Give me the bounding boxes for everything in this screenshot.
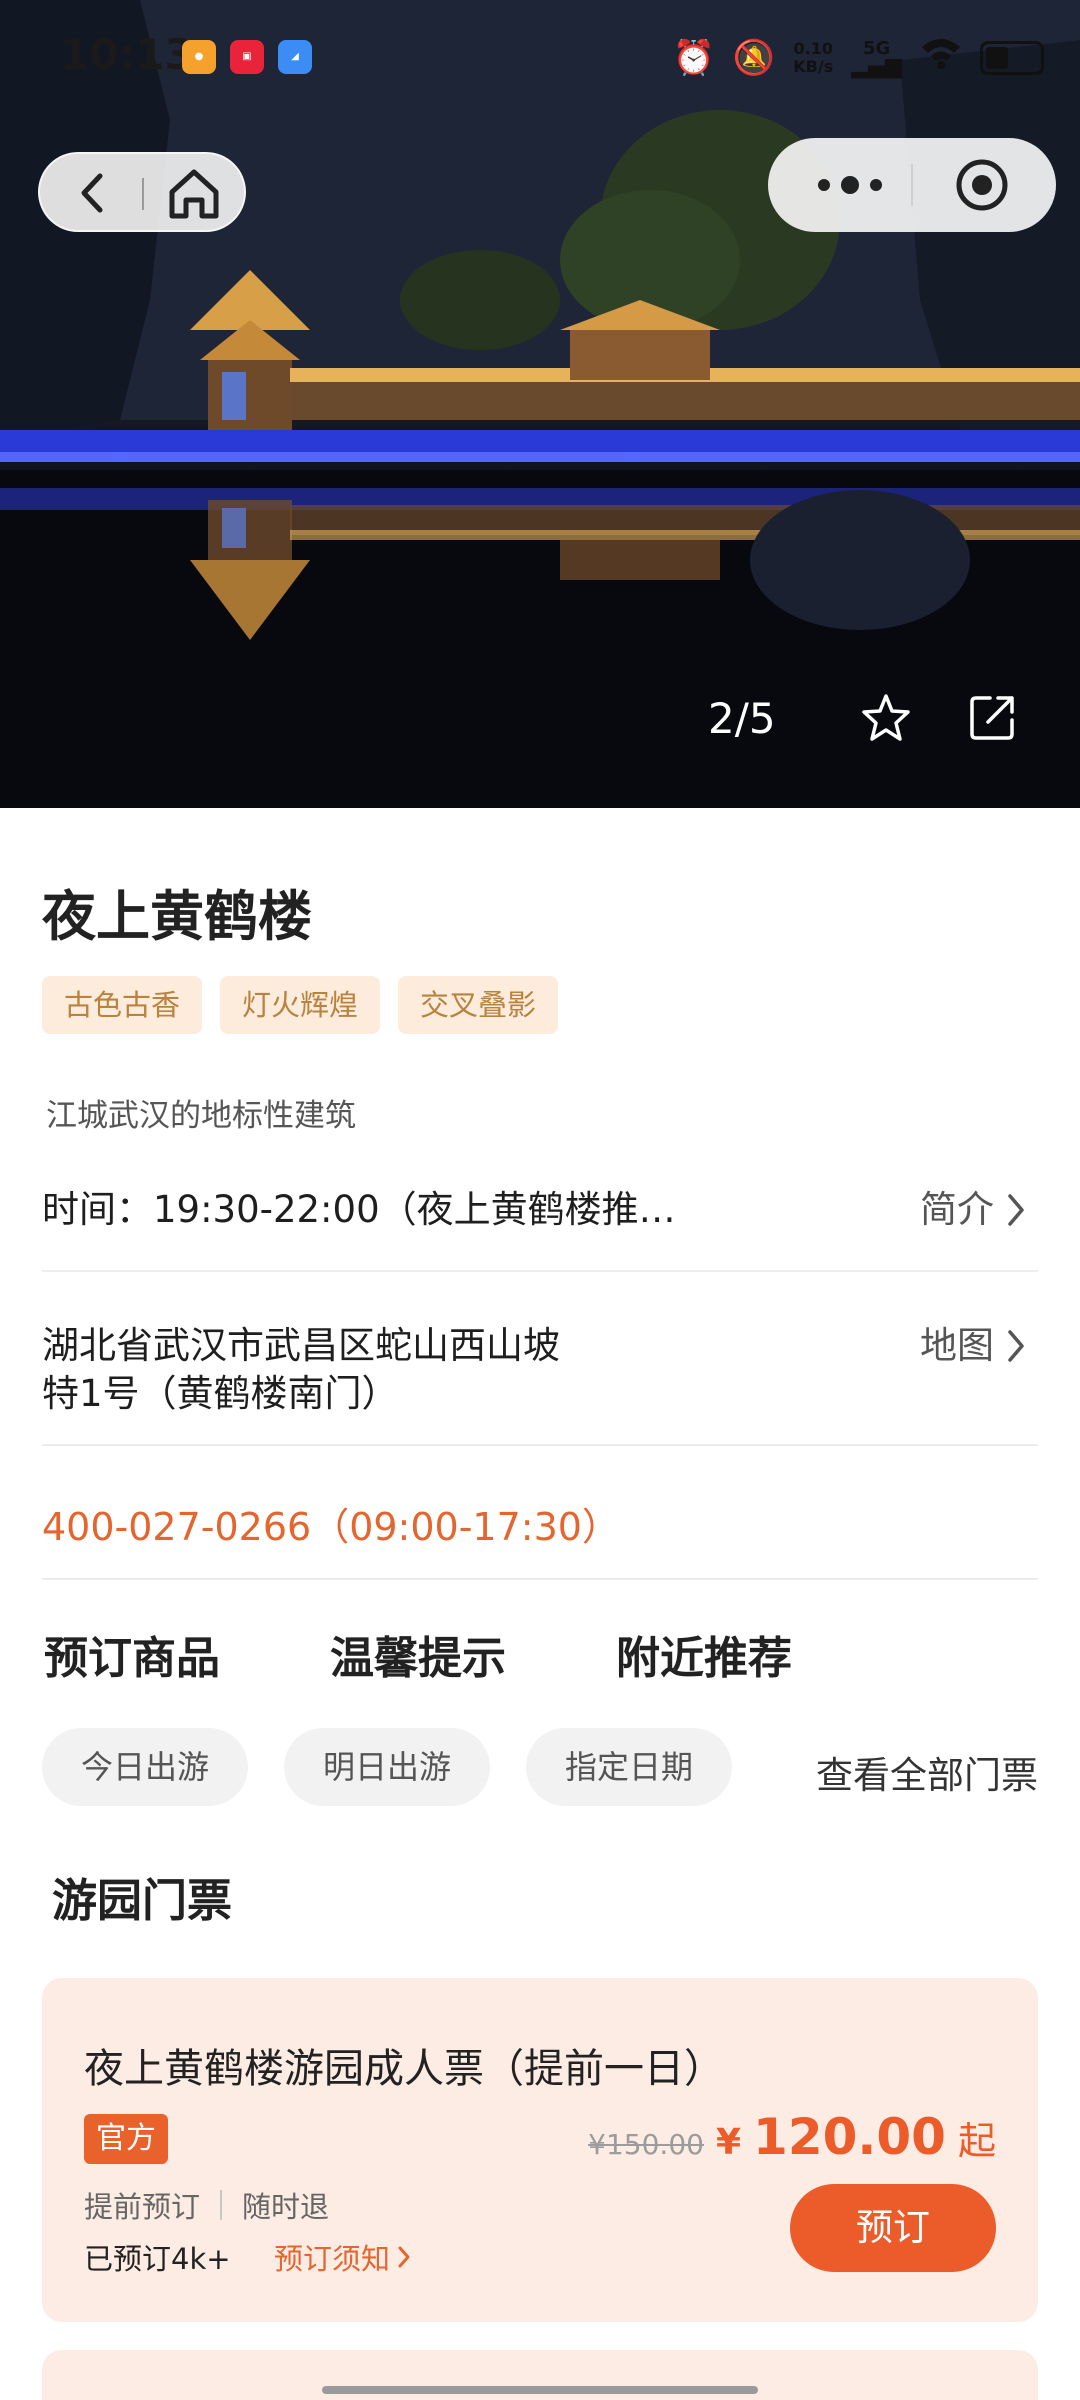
chevron-right-icon bbox=[1008, 1330, 1024, 1362]
booked-count: 已预订4k+ bbox=[84, 2242, 231, 2276]
address-row[interactable]: 湖北省武汉市武昌区蛇山西山坡 特1号（黄鹤楼南门） 地图 bbox=[42, 1322, 1038, 1418]
back-icon[interactable] bbox=[68, 168, 118, 218]
tag: 灯火辉煌 bbox=[220, 976, 381, 1034]
nav-divider bbox=[142, 178, 144, 210]
signal-icon: 5G ▂▄▆ bbox=[851, 38, 902, 79]
original-price: ¥150.00 bbox=[588, 2128, 704, 2161]
tab-booking-products[interactable]: 预订商品 bbox=[44, 1622, 220, 1686]
tag-list: 古色古香 灯火辉煌 交叉叠影 bbox=[42, 976, 559, 1034]
ticket-name: 夜上黄鹤楼游园成人票（提前一日） bbox=[84, 2046, 724, 2092]
intro-link-label: 简介 bbox=[920, 1188, 994, 1231]
map-link-label: 地图 bbox=[920, 1324, 994, 1367]
alarm-icon: ⏰ bbox=[672, 38, 715, 78]
status-time: 10:13 bbox=[60, 30, 194, 79]
price-block: ¥150.00 ¥ 120.00 起 bbox=[588, 2108, 996, 2166]
more-icon[interactable] bbox=[810, 160, 890, 210]
feature-advance-booking: 提前预订 bbox=[84, 2190, 201, 2224]
battery-icon bbox=[980, 41, 1044, 75]
tag: 交叉叠影 bbox=[398, 976, 559, 1034]
feature-refund-anytime: 随时退 bbox=[242, 2190, 330, 2224]
phone-number-link[interactable]: 400-027-0266（09:00-17:30） bbox=[42, 1496, 620, 1551]
favorite-star-icon[interactable] bbox=[860, 692, 912, 744]
ticket-card[interactable]: 夜上黄鹤楼游园成人票（提前一日） 官方 ¥150.00 ¥ 120.00 起 提… bbox=[42, 1978, 1038, 2322]
attraction-subtitle: 江城武汉的地标性建筑 bbox=[46, 1098, 356, 1134]
hero-image-carousel[interactable]: 10:13 ● ▣ ◢ ⏰ 🔕 0.10 KB/s 5G ▂▄▆ 2/5 bbox=[0, 0, 1080, 808]
status-bar: 10:13 ● ▣ ◢ ⏰ 🔕 0.10 KB/s 5G ▂▄▆ bbox=[0, 0, 1080, 112]
miniprogram-capsule bbox=[768, 138, 1056, 232]
booking-notice-label: 预订须知 bbox=[274, 2242, 391, 2276]
official-badge: 官方 bbox=[84, 2114, 168, 2164]
tag: 古色古香 bbox=[42, 976, 203, 1034]
feature-separator bbox=[220, 2190, 223, 2220]
app-notification-icon-2: ◢ bbox=[278, 40, 312, 74]
home-icon[interactable] bbox=[164, 166, 224, 222]
xiaohongshu-notification-icon: ▣ bbox=[230, 40, 264, 74]
address-line-1: 湖北省武汉市武昌区蛇山西山坡 bbox=[42, 1324, 560, 1367]
chip-today[interactable]: 今日出游 bbox=[42, 1728, 248, 1806]
ticket-features: 提前预订 随时退 bbox=[84, 2184, 329, 2226]
attraction-title: 夜上黄鹤楼 bbox=[42, 885, 312, 948]
image-counter: 2/5 bbox=[708, 694, 776, 743]
mute-icon: 🔕 bbox=[732, 38, 776, 78]
divider bbox=[42, 1444, 1038, 1446]
tab-nearby[interactable]: 附近推荐 bbox=[616, 1622, 792, 1686]
map-link[interactable]: 地图 bbox=[920, 1322, 1028, 1370]
night-scene-image bbox=[0, 0, 1080, 808]
tab-tips[interactable]: 温馨提示 bbox=[330, 1622, 506, 1686]
address-line-2: 特1号（黄鹤楼南门） bbox=[42, 1372, 399, 1415]
currency-symbol: ¥ bbox=[715, 2122, 742, 2163]
view-all-tickets-link[interactable]: 查看全部门票 bbox=[816, 1745, 1038, 1799]
capsule-divider bbox=[911, 164, 913, 206]
close-miniprogram-icon[interactable] bbox=[954, 157, 1010, 213]
booking-notice-link[interactable]: 预订须知 bbox=[274, 2236, 412, 2278]
intro-link[interactable]: 简介 bbox=[920, 1186, 1028, 1234]
chevron-right-icon bbox=[1008, 1194, 1024, 1226]
chevron-right-icon bbox=[398, 2246, 410, 2268]
opening-time-row[interactable]: 时间：19:30-22:00（夜上黄鹤楼推… 简介 bbox=[42, 1186, 1038, 1234]
price-suffix: 起 bbox=[957, 2119, 996, 2163]
app-notification-icon: ● bbox=[182, 40, 216, 74]
chip-tomorrow[interactable]: 明日出游 bbox=[284, 1728, 490, 1806]
system-icons: ⏰ 🔕 0.10 KB/s 5G ▂▄▆ bbox=[673, 36, 1044, 80]
date-filter-chips: 今日出游 明日出游 指定日期 bbox=[42, 1728, 732, 1806]
divider bbox=[42, 1578, 1038, 1580]
divider bbox=[42, 1270, 1038, 1272]
share-icon[interactable] bbox=[968, 692, 1018, 742]
section-tabs: 预订商品 温馨提示 附近推荐 bbox=[44, 1622, 792, 1686]
net-speed: 0.10 KB/s bbox=[793, 40, 833, 76]
current-price: 120.00 bbox=[753, 2108, 946, 2166]
wifi-icon bbox=[920, 36, 962, 80]
nav-capsule bbox=[38, 152, 246, 232]
home-indicator[interactable] bbox=[322, 2386, 758, 2394]
net-speed-value: 0.10 bbox=[793, 39, 833, 58]
chip-select-date[interactable]: 指定日期 bbox=[526, 1728, 732, 1806]
opening-time-text: 时间：19:30-22:00（夜上黄鹤楼推… bbox=[42, 1188, 676, 1231]
ticket-section-title: 游园门票 bbox=[52, 1874, 233, 1927]
book-button[interactable]: 预订 bbox=[790, 2184, 996, 2272]
net-speed-unit: KB/s bbox=[793, 57, 834, 76]
